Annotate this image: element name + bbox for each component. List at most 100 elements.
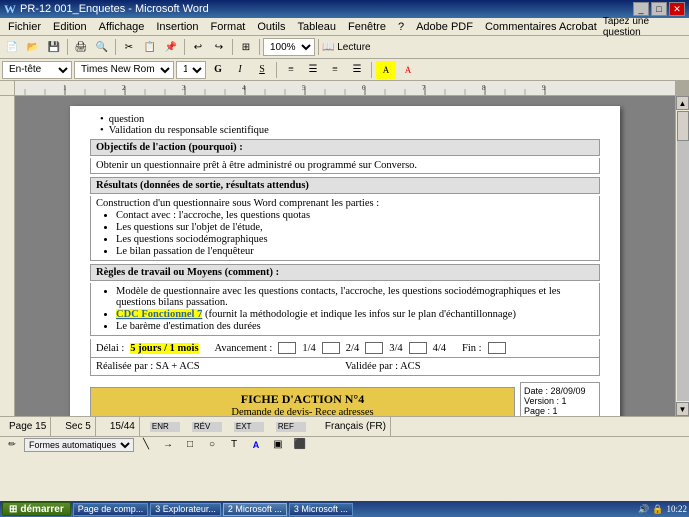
save-button[interactable]: 💾 — [44, 38, 64, 56]
title-bar: W PR-12 001_Enquetes - Microsoft Word _ … — [0, 0, 689, 18]
regles-content: Modèle de questionnaire avec les questio… — [90, 283, 600, 336]
highlight-button[interactable]: A — [376, 61, 396, 79]
status-page: Page 15 — [5, 417, 51, 436]
lecture-button[interactable]: 📖 Lecture — [322, 42, 371, 53]
vertical-scrollbar[interactable]: ▲ ▼ — [675, 96, 689, 416]
redo-button[interactable]: ↪ — [209, 38, 229, 56]
start-button[interactable]: ⊞ démarrer — [2, 502, 71, 516]
toolbar-sep-1 — [67, 39, 68, 55]
arrow-btn[interactable]: → — [158, 436, 178, 454]
taskbar-system-icons: 🔊 🔒 10:22 — [638, 504, 687, 515]
cdc-rest: (fournit la méthodologie et indique les … — [205, 309, 516, 320]
realise-row: Réalisée par : SA + ACS Validée par : AC… — [90, 358, 600, 376]
menu-commentaires[interactable]: Commentaires Acrobat — [479, 19, 603, 35]
status-rev: RÉV — [192, 422, 222, 432]
status-enr: ENR — [150, 422, 180, 432]
cut-button[interactable]: ✂ — [119, 38, 139, 56]
menu-aide[interactable]: ? — [392, 19, 410, 35]
taskbar-item-0[interactable]: Page de comp... — [73, 503, 149, 516]
bullet-val-icon: • — [100, 125, 104, 136]
menu-fichier[interactable]: Fichier — [2, 19, 47, 35]
scroll-down-button[interactable]: ▼ — [676, 402, 689, 416]
cdc-link[interactable]: CDC Fonctionnel 7 — [116, 309, 202, 320]
toolbar-sep-2 — [115, 39, 116, 55]
menu-affichage[interactable]: Affichage — [93, 19, 151, 35]
regles-item-0: Modèle de questionnaire avec les questio… — [116, 286, 594, 308]
3d-btn[interactable]: ⬛ — [290, 436, 310, 454]
table-button[interactable]: ⊞ — [236, 38, 256, 56]
bold-button[interactable]: G — [208, 61, 228, 79]
side-page: Page : 1 — [524, 406, 596, 416]
open-button[interactable]: 📂 — [23, 38, 43, 56]
align-right-button[interactable]: ≡ — [325, 61, 345, 79]
list-item-0: Contact avec : l'accroche, les questions… — [116, 210, 594, 221]
wordart-btn[interactable]: A — [246, 436, 266, 454]
close-button[interactable]: ✕ — [669, 2, 685, 16]
step-2-checkbox[interactable] — [322, 342, 340, 354]
scroll-track[interactable] — [677, 111, 689, 401]
scroll-thumb[interactable] — [677, 111, 689, 141]
format-bar: En-tête Times New Roman 13 G I S ≡ ☰ ≡ ☰… — [0, 59, 689, 81]
step-1-checkbox[interactable] — [278, 342, 296, 354]
status-position: 15/44 — [106, 417, 140, 436]
shadow-btn[interactable]: ▣ — [268, 436, 288, 454]
menu-format[interactable]: Format — [205, 19, 252, 35]
realise-label: Réalisée par : SA + ACS — [96, 361, 345, 372]
bullet-validation-text: Validation du responsable scientifique — [109, 125, 269, 136]
textbox-btn[interactable]: T — [224, 436, 244, 454]
step-3-checkbox[interactable] — [365, 342, 383, 354]
vertical-ruler — [0, 96, 15, 416]
format-sep-2 — [371, 62, 372, 78]
preview-button[interactable]: 🔍 — [92, 38, 112, 56]
menu-insertion[interactable]: Insertion — [150, 19, 204, 35]
copy-button[interactable]: 📋 — [140, 38, 160, 56]
new-button[interactable]: 📄 — [2, 38, 22, 56]
objectifs-header: Objectifs de l'action (pourquoi) : — [90, 139, 600, 156]
shapes-dropdown[interactable]: Formes automatiques — [24, 438, 134, 452]
document-area: • question • Validation du responsable s… — [0, 96, 689, 416]
font-dropdown[interactable]: Times New Roman — [74, 61, 174, 79]
fiche-area: FICHE D'ACTION N°4 Demande de devis- Rec… — [90, 382, 600, 416]
undo-button[interactable]: ↩ — [188, 38, 208, 56]
line-btn[interactable]: ╲ — [136, 436, 156, 454]
oval-btn[interactable]: ○ — [202, 436, 222, 454]
list-item-1: Les questions sur l'objet de l'étude, — [116, 222, 594, 233]
svg-text:7: 7 — [422, 84, 426, 92]
size-dropdown[interactable]: 13 — [176, 61, 206, 79]
document-scroll-area[interactable]: • question • Validation du responsable s… — [15, 96, 675, 416]
menu-outils[interactable]: Outils — [251, 19, 291, 35]
font-color-button[interactable]: A — [398, 61, 418, 79]
underline-button[interactable]: S — [252, 61, 272, 79]
paste-button[interactable]: 📌 — [161, 38, 181, 56]
fin-checkbox[interactable] — [488, 342, 506, 354]
taskbar-item-3[interactable]: 3 Microsoft ... — [289, 503, 353, 516]
minimize-button[interactable]: _ — [633, 2, 649, 16]
list-item-2: Les questions sociodémographiques — [116, 234, 594, 245]
zoom-dropdown[interactable]: 100% — [263, 38, 315, 56]
italic-button[interactable]: I — [230, 61, 250, 79]
svg-text:3: 3 — [182, 84, 186, 92]
rect-btn[interactable]: □ — [180, 436, 200, 454]
menu-tableau[interactable]: Tableau — [292, 19, 343, 35]
scroll-up-button[interactable]: ▲ — [676, 96, 689, 110]
draw-btn[interactable]: ✏ — [2, 436, 22, 454]
justify-button[interactable]: ☰ — [347, 61, 367, 79]
style-dropdown[interactable]: En-tête — [2, 61, 72, 79]
fiche-content: FICHE D'ACTION N°4 Demande de devis- Rec… — [90, 382, 515, 416]
menu-fenetre[interactable]: Fenêtre — [342, 19, 392, 35]
align-center-button[interactable]: ☰ — [303, 61, 323, 79]
regles-header: Règles de travail ou Moyens (comment) : — [90, 264, 600, 281]
valide-label: Validée par : ACS — [345, 361, 594, 372]
svg-text:6: 6 — [362, 84, 366, 92]
menu-edition[interactable]: Edition — [47, 19, 93, 35]
align-left-button[interactable]: ≡ — [281, 61, 301, 79]
print-button[interactable]: 🖨 — [71, 38, 91, 56]
maximize-button[interactable]: □ — [651, 2, 667, 16]
bullet-icon: • — [100, 114, 104, 125]
ruler-corner — [0, 81, 15, 95]
taskbar-item-1[interactable]: 3 Explorateur... — [150, 503, 221, 516]
step-4-checkbox[interactable] — [409, 342, 427, 354]
menu-adobe[interactable]: Adobe PDF — [410, 19, 479, 35]
taskbar-item-2[interactable]: 2 Microsoft ... — [223, 503, 287, 516]
bullet-question-text: question — [109, 114, 145, 125]
